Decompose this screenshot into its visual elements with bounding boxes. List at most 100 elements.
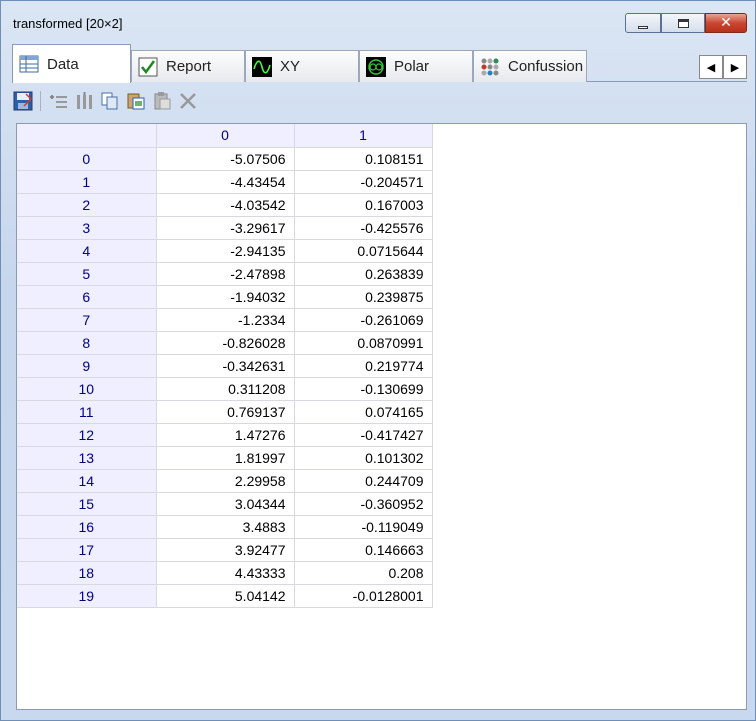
table-row[interactable]: 5 -2.47898 0.263839 <box>17 262 433 286</box>
row-header[interactable]: 6 <box>17 285 157 309</box>
column-header[interactable]: 1 <box>294 124 433 148</box>
grid-cell[interactable]: -2.94135 <box>156 239 295 263</box>
table-row[interactable]: 8 -0.826028 0.0870991 <box>17 331 433 355</box>
save-button[interactable] <box>12 90 34 112</box>
table-row[interactable]: 2 -4.03542 0.167003 <box>17 193 433 217</box>
tab-confussion[interactable]: Confussion <box>473 50 587 82</box>
grid-cell[interactable]: 0.167003 <box>294 193 433 217</box>
grid-cell[interactable]: -0.826028 <box>156 331 295 355</box>
grid-cell[interactable]: -0.360952 <box>294 492 433 516</box>
table-row[interactable]: 14 2.29958 0.244709 <box>17 469 433 493</box>
grid-cell[interactable]: 0.074165 <box>294 400 433 424</box>
row-header[interactable]: 3 <box>17 216 157 240</box>
grid-cell[interactable]: 3.04344 <box>156 492 295 516</box>
grid-cell[interactable]: 0.108151 <box>294 147 433 171</box>
grid-cell[interactable]: -0.130699 <box>294 377 433 401</box>
grid-cell[interactable]: 2.29958 <box>156 469 295 493</box>
grid-cell[interactable]: 0.311208 <box>156 377 295 401</box>
grid-cell[interactable]: -0.425576 <box>294 216 433 240</box>
table-row[interactable]: 4 -2.94135 0.0715644 <box>17 239 433 263</box>
close-button[interactable]: ✕ <box>705 13 747 33</box>
table-row[interactable]: 19 5.04142 -0.0128001 <box>17 584 433 608</box>
row-header[interactable]: 0 <box>17 147 157 171</box>
grid-cell[interactable]: -3.29617 <box>156 216 295 240</box>
delete-button[interactable] <box>177 90 199 112</box>
table-row[interactable]: 6 -1.94032 0.239875 <box>17 285 433 309</box>
grid-cell[interactable]: 0.101302 <box>294 446 433 470</box>
insert-column-button[interactable] <box>73 90 95 112</box>
table-row[interactable]: 7 -1.2334 -0.261069 <box>17 308 433 332</box>
tab-polar[interactable]: Polar <box>359 50 473 82</box>
row-header[interactable]: 14 <box>17 469 157 493</box>
grid-cell[interactable]: 0.239875 <box>294 285 433 309</box>
tab-report[interactable]: Report <box>131 50 245 82</box>
table-row[interactable]: 11 0.769137 0.074165 <box>17 400 433 424</box>
row-header[interactable]: 19 <box>17 584 157 608</box>
table-row[interactable]: 17 3.92477 0.146663 <box>17 538 433 562</box>
grid-cell[interactable]: 1.47276 <box>156 423 295 447</box>
copy-button[interactable] <box>99 90 121 112</box>
grid-cell[interactable]: -0.0128001 <box>294 584 433 608</box>
minimize-button[interactable] <box>625 13 661 33</box>
grid-corner-cell[interactable] <box>17 124 157 148</box>
grid-cell[interactable]: 3.4883 <box>156 515 295 539</box>
grid-cell[interactable]: 0.219774 <box>294 354 433 378</box>
row-header[interactable]: 11 <box>17 400 157 424</box>
add-row-button[interactable] <box>47 90 69 112</box>
row-header[interactable]: 12 <box>17 423 157 447</box>
table-row[interactable]: 15 3.04344 -0.360952 <box>17 492 433 516</box>
title-bar[interactable]: transformed [20×2] ✕ <box>1 1 755 41</box>
grid-cell[interactable]: -4.03542 <box>156 193 295 217</box>
row-header[interactable]: 18 <box>17 561 157 585</box>
grid-cell[interactable]: -0.417427 <box>294 423 433 447</box>
grid-cell[interactable]: 0.0715644 <box>294 239 433 263</box>
grid-cell[interactable]: 4.43333 <box>156 561 295 585</box>
grid-cell[interactable]: -1.2334 <box>156 308 295 332</box>
grid-cell[interactable]: -5.07506 <box>156 147 295 171</box>
grid-cell[interactable]: -4.43454 <box>156 170 295 194</box>
paste-special-button[interactable] <box>125 90 147 112</box>
grid-cell[interactable]: -2.47898 <box>156 262 295 286</box>
table-row[interactable]: 10 0.311208 -0.130699 <box>17 377 433 401</box>
table-row[interactable]: 13 1.81997 0.101302 <box>17 446 433 470</box>
table-row[interactable]: 9 -0.342631 0.219774 <box>17 354 433 378</box>
table-row[interactable]: 12 1.47276 -0.417427 <box>17 423 433 447</box>
table-row[interactable]: 18 4.43333 0.208 <box>17 561 433 585</box>
row-header[interactable]: 5 <box>17 262 157 286</box>
row-header[interactable]: 17 <box>17 538 157 562</box>
grid-cell[interactable]: -1.94032 <box>156 285 295 309</box>
table-row[interactable]: 1 -4.43454 -0.204571 <box>17 170 433 194</box>
row-header[interactable]: 10 <box>17 377 157 401</box>
grid-cell[interactable]: -0.119049 <box>294 515 433 539</box>
maximize-button[interactable] <box>661 13 705 33</box>
paste-button[interactable] <box>151 90 173 112</box>
grid-cell[interactable]: 0.263839 <box>294 262 433 286</box>
grid-cell[interactable]: 0.769137 <box>156 400 295 424</box>
row-header[interactable]: 15 <box>17 492 157 516</box>
row-header[interactable]: 4 <box>17 239 157 263</box>
grid-cell[interactable]: 0.0870991 <box>294 331 433 355</box>
row-header[interactable]: 7 <box>17 308 157 332</box>
tab-scroll-left-button[interactable]: ◀ <box>699 55 723 79</box>
grid-cell[interactable]: -0.342631 <box>156 354 295 378</box>
grid-cell[interactable]: 5.04142 <box>156 584 295 608</box>
grid-cell[interactable]: 0.146663 <box>294 538 433 562</box>
grid-cell[interactable]: 1.81997 <box>156 446 295 470</box>
tab-xy[interactable]: XY <box>245 50 359 82</box>
row-header[interactable]: 16 <box>17 515 157 539</box>
row-header[interactable]: 9 <box>17 354 157 378</box>
row-header[interactable]: 13 <box>17 446 157 470</box>
tab-scroll-right-button[interactable]: ▶ <box>723 55 747 79</box>
table-row[interactable]: 16 3.4883 -0.119049 <box>17 515 433 539</box>
grid-cell[interactable]: -0.261069 <box>294 308 433 332</box>
row-header[interactable]: 8 <box>17 331 157 355</box>
grid-cell[interactable]: 3.92477 <box>156 538 295 562</box>
row-header[interactable]: 1 <box>17 170 157 194</box>
grid-cell[interactable]: 0.208 <box>294 561 433 585</box>
table-row[interactable]: 3 -3.29617 -0.425576 <box>17 216 433 240</box>
grid-cell[interactable]: -0.204571 <box>294 170 433 194</box>
row-header[interactable]: 2 <box>17 193 157 217</box>
table-row[interactable]: 0 -5.07506 0.108151 <box>17 147 433 171</box>
tab-data[interactable]: Data <box>12 44 131 83</box>
grid-cell[interactable]: 0.244709 <box>294 469 433 493</box>
